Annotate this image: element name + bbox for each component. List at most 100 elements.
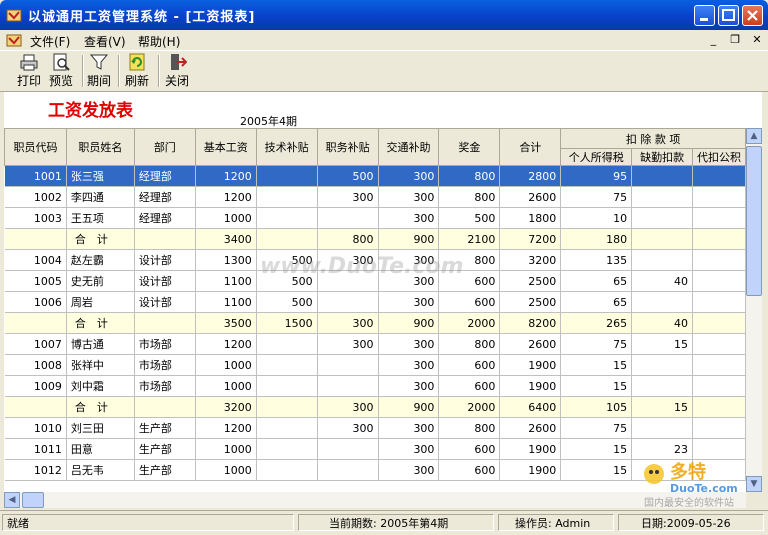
cell-dept[interactable]: 经理部 <box>134 207 196 229</box>
subtotal-row[interactable]: 合 计 3500 1500 300 900 2000 8200 265 40 <box>4 312 746 334</box>
cell-code[interactable]: 1002 <box>4 186 67 208</box>
cell-traffic[interactable]: 900 <box>378 228 440 250</box>
cell-duty[interactable]: 500 <box>317 165 379 187</box>
cell-dept[interactable]: 市场部 <box>134 375 196 397</box>
document-icon[interactable] <box>6 32 22 48</box>
table-row[interactable]: 1001 张三强 经理部 1200 500 300 800 2800 95 <box>4 165 746 187</box>
cell-total[interactable]: 1900 <box>499 375 562 397</box>
cell-bonus[interactable]: 600 <box>438 375 501 397</box>
cell-absent[interactable] <box>631 207 694 229</box>
cell-tax[interactable]: 10 <box>560 207 633 229</box>
cell-fund[interactable] <box>692 375 746 397</box>
cell-tax[interactable]: 105 <box>560 396 633 418</box>
cell-tech[interactable] <box>256 186 318 208</box>
cell-dept[interactable] <box>134 228 196 250</box>
cell-total[interactable]: 1900 <box>499 354 562 376</box>
cell-tax[interactable]: 75 <box>560 333 633 355</box>
cell-tax[interactable]: 75 <box>560 417 633 439</box>
cell-absent[interactable] <box>631 354 694 376</box>
cell-traffic[interactable]: 300 <box>378 291 440 313</box>
cell-bonus[interactable]: 800 <box>438 333 501 355</box>
table-row[interactable]: 1003 王五项 经理部 1000 300 500 1800 10 <box>4 207 746 229</box>
cell-tax[interactable]: 135 <box>560 249 633 271</box>
cell-code[interactable] <box>4 312 67 334</box>
cell-dept[interactable]: 市场部 <box>134 354 196 376</box>
col-header-duty[interactable]: 职务补贴 <box>316 128 379 166</box>
cell-fund[interactable] <box>692 165 746 187</box>
cell-duty[interactable]: 800 <box>317 228 379 250</box>
cell-dept[interactable] <box>134 312 196 334</box>
cell-bonus[interactable]: 2000 <box>438 396 501 418</box>
cell-tech[interactable]: 500 <box>256 270 318 292</box>
cell-fund[interactable] <box>692 186 746 208</box>
cell-traffic[interactable]: 900 <box>378 396 440 418</box>
cell-tax[interactable]: 15 <box>560 354 633 376</box>
cell-fund[interactable] <box>692 270 746 292</box>
cell-dept[interactable]: 经理部 <box>134 186 196 208</box>
cell-tech[interactable]: 1500 <box>256 312 318 334</box>
table-row[interactable]: 1012 吕无韦 生产部 1000 300 600 1900 15 <box>4 459 746 481</box>
table-row[interactable]: 1005 史无前 设计部 1100 500 300 600 2500 65 40 <box>4 270 746 292</box>
cell-dept[interactable]: 生产部 <box>134 459 196 481</box>
child-minimize-button[interactable]: _ <box>706 33 720 47</box>
col-header-tech[interactable]: 技术补贴 <box>255 128 318 166</box>
cell-tech[interactable]: 500 <box>256 291 318 313</box>
col-header-absent[interactable]: 缺勤扣款 <box>631 148 694 166</box>
cell-tax[interactable]: 15 <box>560 375 633 397</box>
cell-fund[interactable] <box>692 354 746 376</box>
cell-tech[interactable] <box>256 333 318 355</box>
cell-name[interactable]: 合 计 <box>66 228 135 250</box>
cell-name[interactable]: 刘中霜 <box>66 375 135 397</box>
scroll-up-button[interactable]: ▲ <box>746 128 762 144</box>
cell-traffic[interactable]: 300 <box>378 438 440 460</box>
cell-fund[interactable] <box>692 291 746 313</box>
cell-dept[interactable]: 设计部 <box>134 249 196 271</box>
cell-base[interactable]: 1200 <box>195 165 257 187</box>
cell-fund[interactable] <box>692 228 746 250</box>
cell-total[interactable]: 6400 <box>499 396 562 418</box>
cell-total[interactable]: 2800 <box>499 165 562 187</box>
col-header-name[interactable]: 职员姓名 <box>65 128 135 166</box>
table-row[interactable]: 1010 刘三田 生产部 1200 300 300 800 2600 75 <box>4 417 746 439</box>
cell-name[interactable]: 张祥中 <box>66 354 135 376</box>
col-header-traffic[interactable]: 交通补助 <box>377 128 440 166</box>
table-row[interactable]: 1004 赵左霸 设计部 1300 500 300 300 800 3200 135 <box>4 249 746 271</box>
cell-code[interactable]: 1006 <box>4 291 67 313</box>
salary-grid[interactable]: 职员代码 职员姓名 部门 基本工资 技术补贴 职务补贴 交通补助 奖金 合计 扣… <box>4 128 746 492</box>
vertical-scroll-thumb[interactable] <box>746 146 762 296</box>
cell-name[interactable]: 合 计 <box>66 396 135 418</box>
cell-name[interactable]: 王五项 <box>66 207 135 229</box>
col-header-tax[interactable]: 个人所得税 <box>560 148 633 166</box>
cell-base[interactable]: 3500 <box>195 312 257 334</box>
cell-bonus[interactable]: 600 <box>438 270 501 292</box>
cell-tech[interactable] <box>256 396 318 418</box>
cell-base[interactable]: 1100 <box>195 270 257 292</box>
menu-file[interactable]: 文件(F) <box>30 33 70 50</box>
cell-dept[interactable]: 设计部 <box>134 291 196 313</box>
cell-base[interactable]: 1000 <box>195 375 257 397</box>
child-close-button[interactable]: ✕ <box>750 33 764 47</box>
preview-button[interactable]: 预览 <box>46 53 76 89</box>
cell-tech[interactable] <box>256 207 318 229</box>
cell-traffic[interactable]: 300 <box>378 333 440 355</box>
cell-tax[interactable]: 15 <box>560 459 633 481</box>
cell-absent[interactable]: 40 <box>631 312 694 334</box>
cell-code[interactable] <box>4 396 67 418</box>
cell-code[interactable]: 1011 <box>4 438 67 460</box>
cell-base[interactable]: 1200 <box>195 186 257 208</box>
cell-base[interactable]: 1000 <box>195 438 257 460</box>
scroll-left-button[interactable]: ◀ <box>4 492 20 508</box>
cell-total[interactable]: 2500 <box>499 270 562 292</box>
cell-base[interactable]: 1000 <box>195 354 257 376</box>
cell-fund[interactable] <box>692 459 746 481</box>
cell-tech[interactable]: 500 <box>256 249 318 271</box>
cell-absent[interactable]: 23 <box>631 438 694 460</box>
cell-total[interactable]: 1900 <box>499 459 562 481</box>
cell-name[interactable]: 合 计 <box>66 312 135 334</box>
cell-bonus[interactable]: 600 <box>438 459 501 481</box>
cell-base[interactable]: 1000 <box>195 207 257 229</box>
cell-tax[interactable]: 75 <box>560 186 633 208</box>
cell-dept[interactable]: 市场部 <box>134 333 196 355</box>
cell-fund[interactable] <box>692 312 746 334</box>
cell-bonus[interactable]: 600 <box>438 438 501 460</box>
